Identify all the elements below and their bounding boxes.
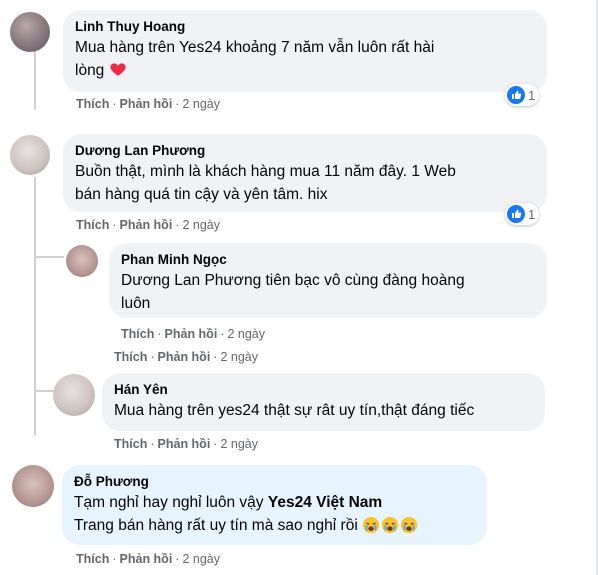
comment-text: Dương Lan Phương tiên bạc vô cùng đàng h… [121,272,465,289]
like-button[interactable]: Thích [76,218,109,232]
comment-text: luôn [121,295,151,312]
like-reaction-icon [507,205,525,223]
separator: · [150,437,155,451]
comment-author[interactable]: Đỗ Phương [74,473,475,491]
avatar[interactable] [10,135,50,175]
timestamp[interactable]: 2 ngày [182,97,220,111]
comment-text: Buồn thật, mình là khách hàng mua 11 năm… [75,163,456,180]
separator: · [112,97,117,111]
like-reaction-icon [507,86,525,104]
comment-actions: Thích · Phản hồi · 2 ngày [114,437,258,451]
comment-author[interactable]: Hán Yên [114,381,533,399]
avatar[interactable] [12,465,54,507]
timestamp[interactable]: 2 ngày [182,218,220,232]
separator: · [112,552,117,566]
reaction-badge[interactable]: 1 [505,84,540,106]
comment-text: Trang bán hàng rất uy tín mà sao nghỉ rồ… [74,517,358,534]
comment-bubble: Phan Minh Ngọc Dương Lan Phương tiên bạc… [109,243,547,318]
thread-line [34,177,36,435]
comment-bubble: Dương Lan Phương Buồn thật, mình là khác… [63,134,547,212]
reaction-count: 1 [528,87,536,103]
timestamp[interactable]: 2 ngày [220,350,258,364]
reaction-badge[interactable]: 1 [505,203,540,225]
like-button[interactable]: Thích [114,350,147,364]
comment-author[interactable]: Dương Lan Phương [75,142,535,160]
separator: · [175,97,180,111]
comment-author[interactable]: Linh Thuy Hoang [75,18,535,36]
like-button[interactable]: Thích [114,437,147,451]
comment-text: bán hàng quá tin cậy và yên tâm. hix [75,186,328,203]
comment-actions: Thích · Phản hồi · 2 ngày [76,218,220,232]
crying-emoji-icon [362,516,380,534]
thread-connector [34,256,64,258]
separator: · [213,350,218,364]
avatar[interactable] [66,245,98,277]
comment-text: lòng [75,62,105,79]
separator: · [175,218,180,232]
timestamp[interactable]: 2 ngày [182,552,220,566]
separator: · [213,437,218,451]
avatar[interactable] [53,374,95,416]
heart-icon [110,63,126,76]
comment-actions: Thích · Phản hồi · 2 ngày [114,350,258,364]
like-button[interactable]: Thích [76,552,109,566]
comment-actions: Thích · Phản hồi · 2 ngày [121,327,265,341]
timestamp[interactable]: 2 ngày [220,437,258,451]
comment-text: Mua hàng trên yes24 thật sự rât uy tín,t… [114,402,475,419]
reaction-count: 1 [528,206,536,222]
page-mention-link[interactable]: Yes24 Việt Nam [268,494,382,511]
separator: · [175,552,180,566]
comment-bubble: Linh Thuy Hoang Mua hàng trên Yes24 khoả… [63,10,547,92]
timestamp[interactable]: 2 ngày [227,327,265,341]
reply-button[interactable]: Phản hồi [120,97,173,111]
comment-actions: Thích · Phản hồi · 2 ngày [76,97,220,111]
thread-line [34,50,36,110]
separator: · [150,350,155,364]
crying-emoji-icon [400,516,418,534]
comment-bubble: Đỗ Phương Tạm nghỉ hay nghỉ luôn vậy Yes… [62,465,487,545]
reply-button[interactable]: Phản hồi [165,327,218,341]
avatar[interactable] [10,12,50,52]
crying-emoji-icon [381,516,399,534]
separator: · [157,327,162,341]
reply-button[interactable]: Phản hồi [158,350,211,364]
like-button[interactable]: Thích [76,97,109,111]
separator: · [220,327,225,341]
separator: · [112,218,117,232]
comment-actions: Thích · Phản hồi · 2 ngày [76,552,220,566]
comment-bubble: Hán Yên Mua hàng trên yes24 thật sự rât … [102,373,545,431]
comment-author[interactable]: Phan Minh Ngọc [121,251,535,269]
reply-button[interactable]: Phản hồi [158,437,211,451]
comment-text: Tạm nghỉ hay nghỉ luôn vậy [74,494,268,511]
like-button[interactable]: Thích [121,327,154,341]
reply-button[interactable]: Phản hồi [120,552,173,566]
comment-text: Mua hàng trên Yes24 khoảng 7 năm vẫn luô… [75,39,435,56]
reply-button[interactable]: Phản hồi [120,218,173,232]
